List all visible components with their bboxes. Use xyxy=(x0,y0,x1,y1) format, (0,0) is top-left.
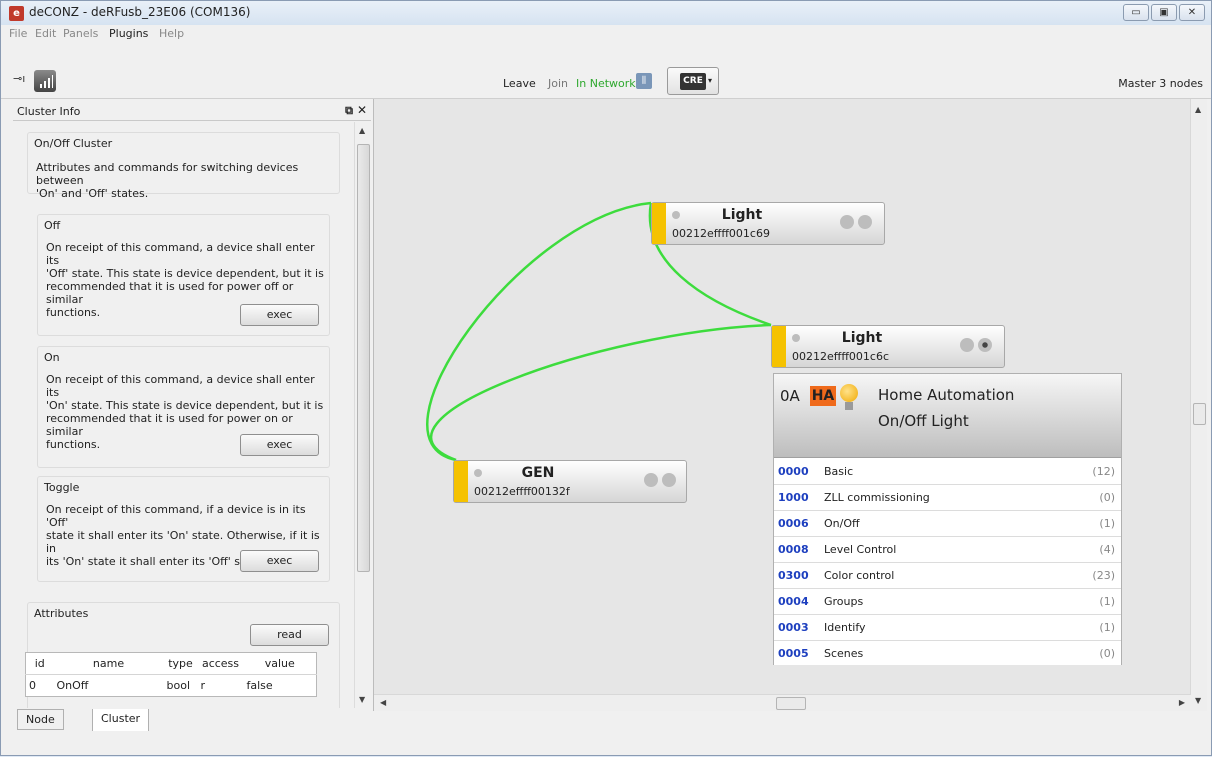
light-bulb-icon xyxy=(840,384,858,402)
cluster-count: (12) xyxy=(1092,465,1115,478)
cluster-id: 0000 xyxy=(778,465,809,478)
endpoint-icon[interactable] xyxy=(662,473,676,487)
node-status-dot xyxy=(792,334,800,342)
endpoint-selected-icon[interactable] xyxy=(978,338,992,352)
cluster-count: (0) xyxy=(1099,491,1115,504)
cluster-name: Basic xyxy=(824,465,854,478)
endpoint-icon[interactable] xyxy=(858,215,872,229)
node-mac: 00212effff001c6c xyxy=(792,350,890,363)
cluster-count: (1) xyxy=(1099,621,1115,634)
cluster-count: (0) xyxy=(1099,647,1115,660)
link-light2-gen xyxy=(429,323,772,462)
node-strip xyxy=(772,326,786,367)
endpoint-panel: 0A HA Home Automation On/Off Light 0000 … xyxy=(773,373,1122,665)
endpoint-icon[interactable] xyxy=(840,215,854,229)
cluster-row[interactable]: 0300 Color control (23) xyxy=(774,563,1121,589)
cluster-name: Color control xyxy=(824,569,895,582)
cluster-count: (23) xyxy=(1092,569,1115,582)
cluster-name: Groups xyxy=(824,595,864,608)
cluster-name: Identify xyxy=(824,621,866,634)
endpoint-icon[interactable] xyxy=(960,338,974,352)
endpoint-device: On/Off Light xyxy=(878,412,969,430)
endpoint-icon[interactable] xyxy=(644,473,658,487)
main-window: e deCONZ - deRFusb_23E06 (COM136) ▭ ▣ ✕ … xyxy=(0,0,1212,756)
cluster-id: 0005 xyxy=(778,647,809,660)
cluster-name: ZLL commissioning xyxy=(824,491,930,504)
node-strip xyxy=(454,461,468,502)
cluster-count: (1) xyxy=(1099,517,1115,530)
cluster-name: Level Control xyxy=(824,543,897,556)
cluster-count: (4) xyxy=(1099,543,1115,556)
cluster-id: 0300 xyxy=(778,569,809,582)
node-status-dot xyxy=(672,211,680,219)
node-light-1[interactable]: Light 00212effff001c69 xyxy=(651,202,885,245)
node-mac: 00212effff001c69 xyxy=(672,227,770,240)
node-name: Light xyxy=(721,207,763,223)
cluster-row[interactable]: 1000 ZLL commissioning (0) xyxy=(774,485,1121,511)
cluster-id: 0004 xyxy=(778,595,809,608)
cluster-row[interactable]: 0005 Scenes (0) xyxy=(774,641,1121,665)
cluster-row[interactable]: 0000 Basic (12) xyxy=(774,459,1121,485)
link-light1-gen xyxy=(426,201,652,462)
cluster-row[interactable]: 0006 On/Off (1) xyxy=(774,511,1121,537)
node-light-2[interactable]: Light 00212effff001c6c xyxy=(771,325,1005,368)
cluster-name: On/Off xyxy=(824,517,860,530)
status-bar xyxy=(1,731,1211,755)
node-mac: 00212effff00132f xyxy=(474,485,570,498)
endpoint-header: 0A HA Home Automation On/Off Light xyxy=(774,374,1121,458)
node-name: GEN xyxy=(521,465,555,481)
profile-badge: HA xyxy=(810,386,836,406)
cluster-id: 0008 xyxy=(778,543,809,556)
node-gen[interactable]: GEN 00212effff00132f xyxy=(453,460,687,503)
node-strip xyxy=(652,203,666,244)
cluster-row[interactable]: 0008 Level Control (4) xyxy=(774,537,1121,563)
node-name: Light xyxy=(841,330,883,346)
endpoint-profile: Home Automation xyxy=(878,386,1015,404)
light-bulb-base xyxy=(845,402,853,410)
endpoint-id: 0A xyxy=(780,387,800,405)
cluster-row[interactable]: 0004 Groups (1) xyxy=(774,589,1121,615)
cluster-count: (1) xyxy=(1099,595,1115,608)
cluster-row[interactable]: 0003 Identify (1) xyxy=(774,615,1121,641)
cluster-id: 0006 xyxy=(778,517,809,530)
cluster-name: Scenes xyxy=(824,647,864,660)
cluster-id: 0003 xyxy=(778,621,809,634)
cluster-id: 1000 xyxy=(778,491,809,504)
